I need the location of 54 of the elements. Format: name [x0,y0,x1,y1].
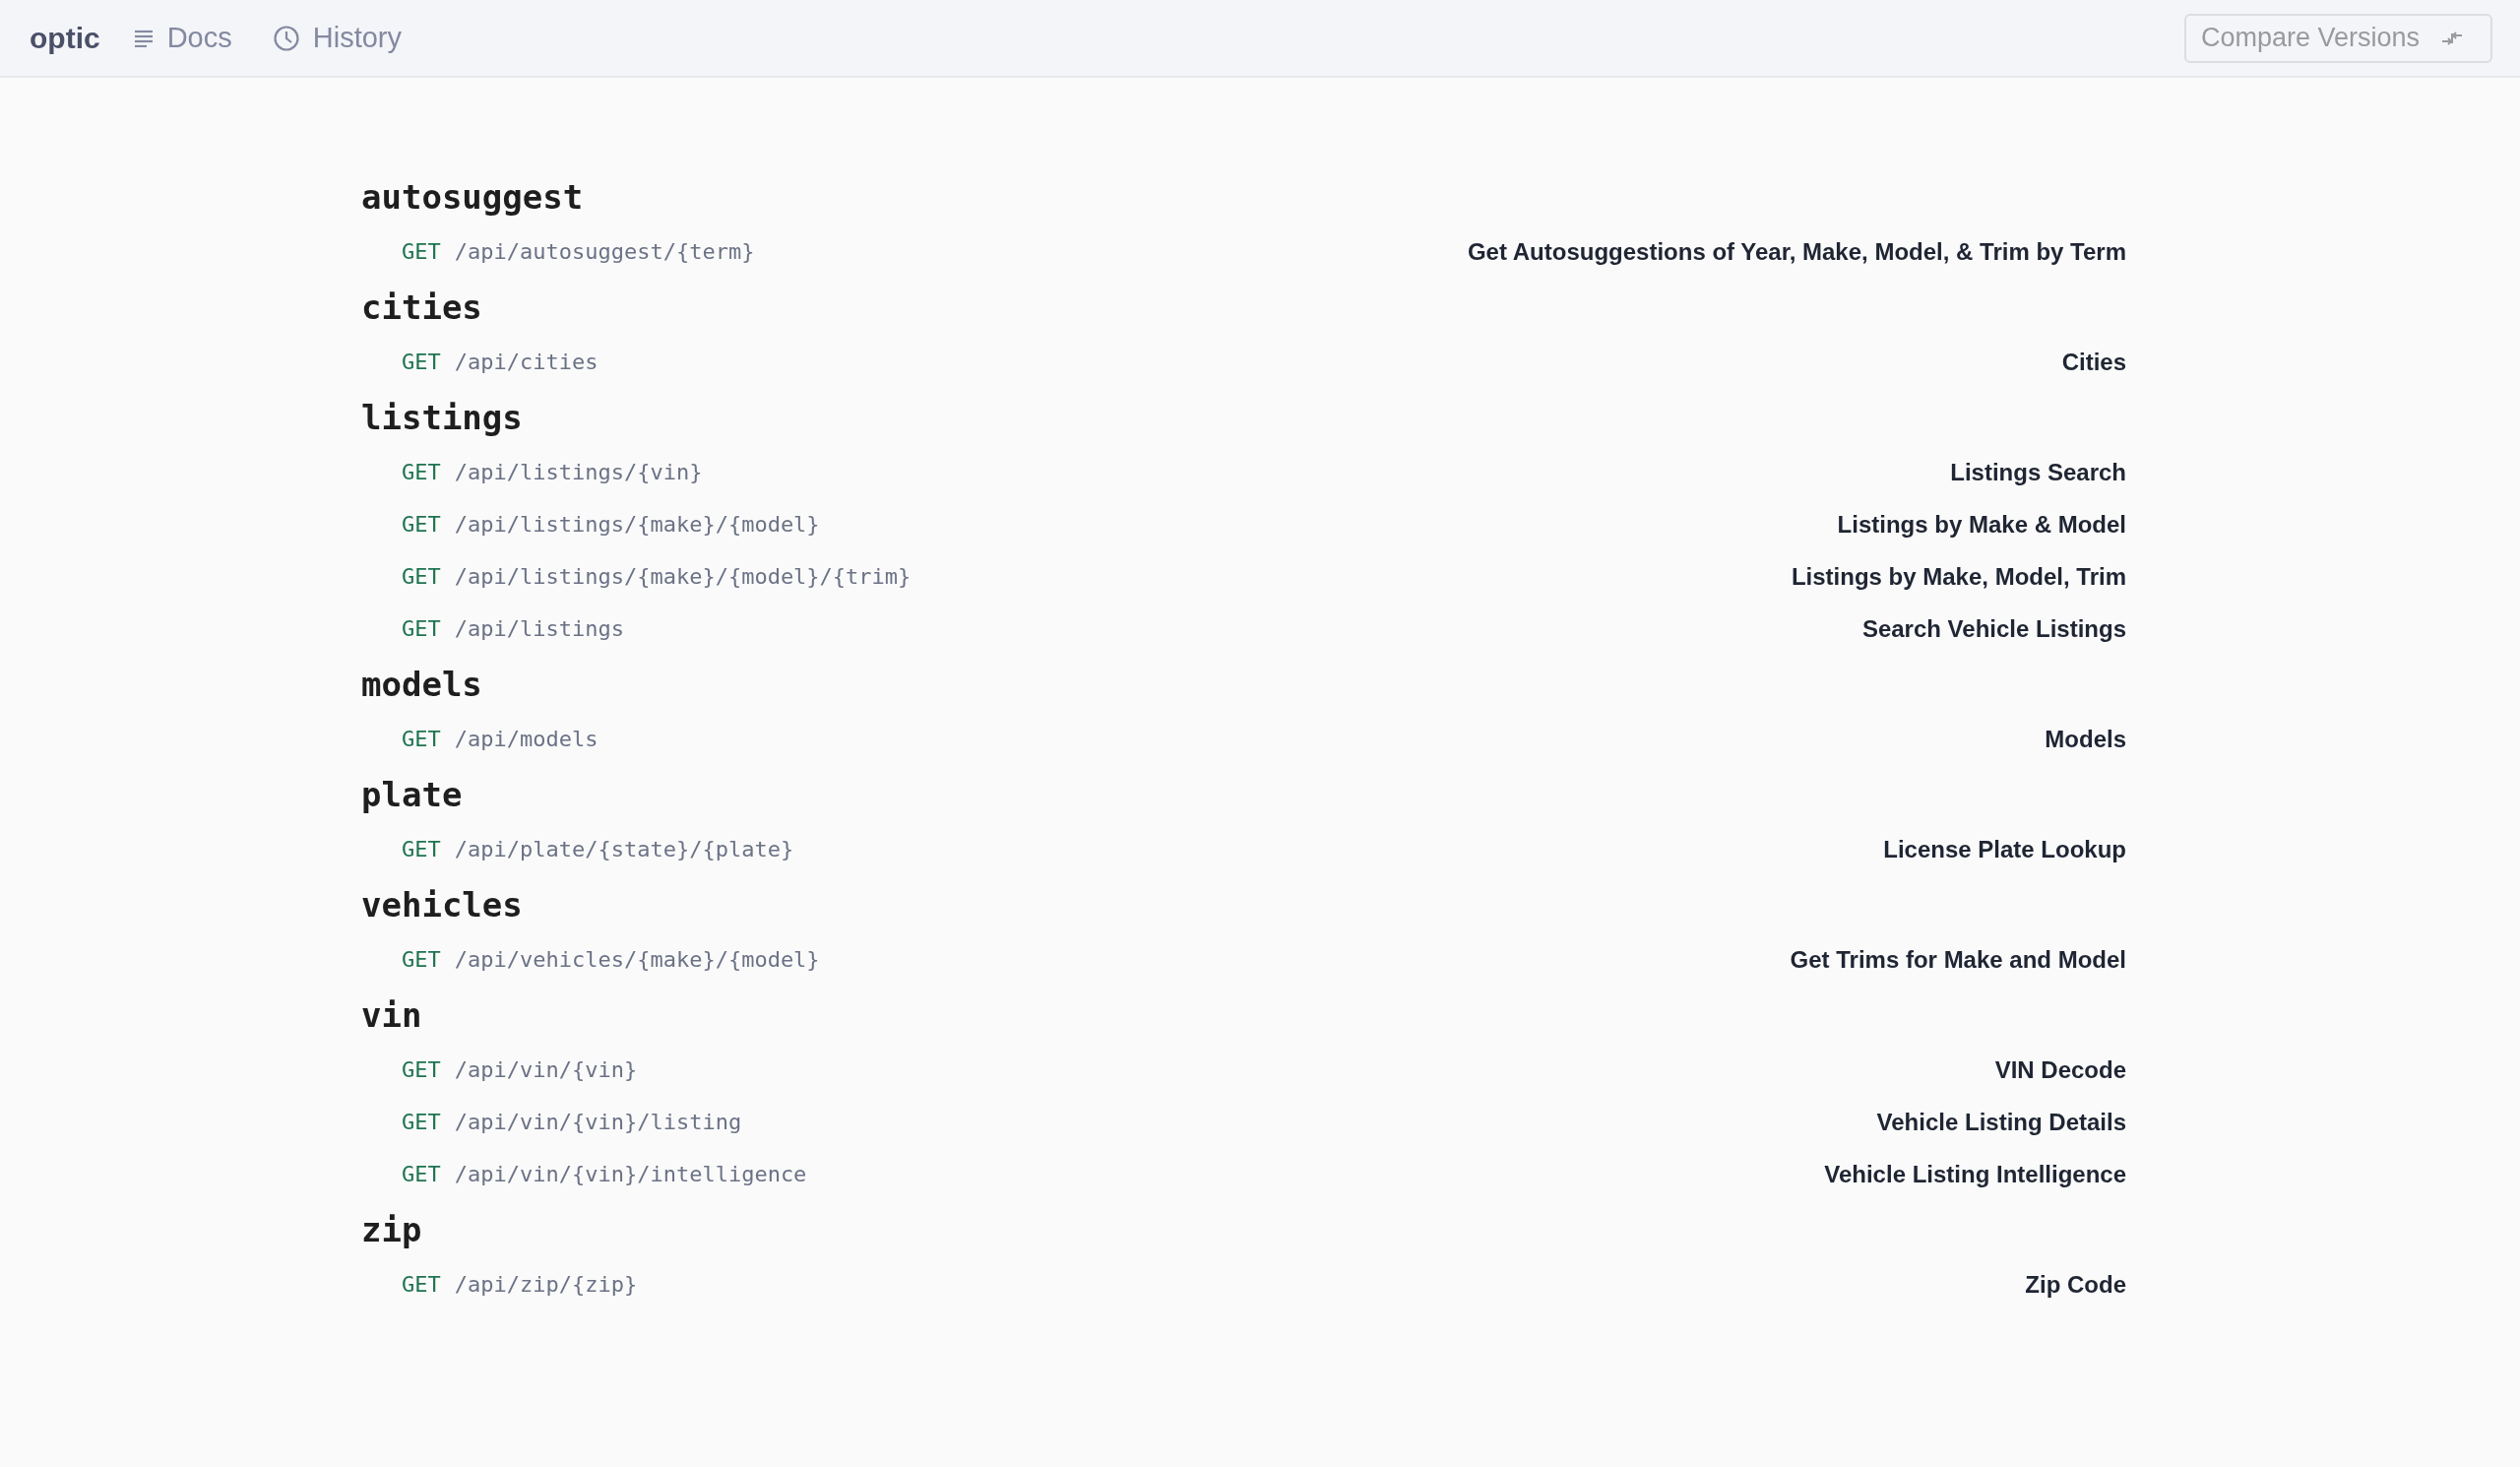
endpoint-summary: Vehicle Listing Intelligence [1824,1160,2126,1188]
http-method: GET [402,1272,441,1297]
endpoint-summary: Search Vehicle Listings [1861,614,2126,643]
endpoint-path[interactable]: /api/vin/{vin}/listing [454,1110,742,1134]
logo: optic [30,21,100,55]
endpoint-path[interactable]: /api/listings [454,616,624,641]
endpoint-path[interactable]: /api/listings/{make}/{model}/{trim} [454,564,912,589]
group-title: zip [361,1208,423,1251]
endpoint-path[interactable]: /api/models [454,727,598,751]
endpoint-path[interactable]: /api/autosuggest/{term} [454,239,755,264]
clock-icon [273,25,299,51]
endpoint-path[interactable]: /api/vin/{vin} [454,1057,638,1082]
endpoint-summary: Listings by Make, Model, Trim [1791,562,2126,591]
endpoint-path[interactable]: /api/vehicles/{make}/{model} [454,947,820,972]
endpoint-path[interactable]: /api/listings/{vin} [454,460,703,484]
group-title: plate [361,773,464,816]
endpoint-summary: Get Autosuggestions of Year, Make, Model, & Trim by Term [1467,237,2126,266]
http-method: GET [402,947,441,972]
group-title: autosuggest [361,175,585,219]
http-method: GET [402,1110,441,1134]
http-method: GET [402,1162,441,1186]
group-title: vin [361,993,423,1037]
endpoint-summary: Zip Code [2025,1270,2126,1299]
http-method: GET [402,727,441,751]
group-title: models [361,663,483,706]
compare-versions-button[interactable]: Compare Versions [2183,13,2492,63]
endpoint-summary: Models [2045,725,2126,753]
endpoint-summary: Cities [2061,348,2126,376]
http-method: GET [402,1057,441,1082]
http-method: GET [402,616,441,641]
http-method: GET [402,564,441,589]
endpoint-path[interactable]: /api/cities [454,350,598,374]
list-icon [133,29,154,47]
group-title: cities [361,286,483,329]
http-method: GET [402,460,441,484]
endpoint-summary: License Plate Lookup [1883,835,2126,863]
endpoint-summary: Listings by Make & Model [1837,510,2126,539]
endpoint-summary: Listings Search [1950,458,2126,486]
group-title: listings [361,396,524,439]
endpoint-path[interactable]: /api/listings/{make}/{model} [454,512,820,537]
endpoint-summary: Vehicle Listing Details [1876,1108,2126,1136]
endpoint-summary: VIN Decode [1994,1055,2126,1084]
nav-link[interactable]: History [273,22,402,54]
endpoint-path[interactable]: /api/zip/{zip} [454,1272,638,1297]
endpoint-summary: Get Trims for Make and Model [1790,945,2126,974]
group-title: vehicles [361,883,524,926]
http-method: GET [402,350,441,374]
http-method: GET [402,837,441,861]
nav-link[interactable]: Docs [133,22,232,54]
compare-arrows-icon [2441,30,2463,46]
http-method: GET [402,512,441,537]
endpoint-path[interactable]: /api/vin/{vin}/intelligence [454,1162,807,1186]
endpoint-path[interactable]: /api/plate/{state}/{plate} [454,837,794,861]
http-method: GET [402,239,441,264]
